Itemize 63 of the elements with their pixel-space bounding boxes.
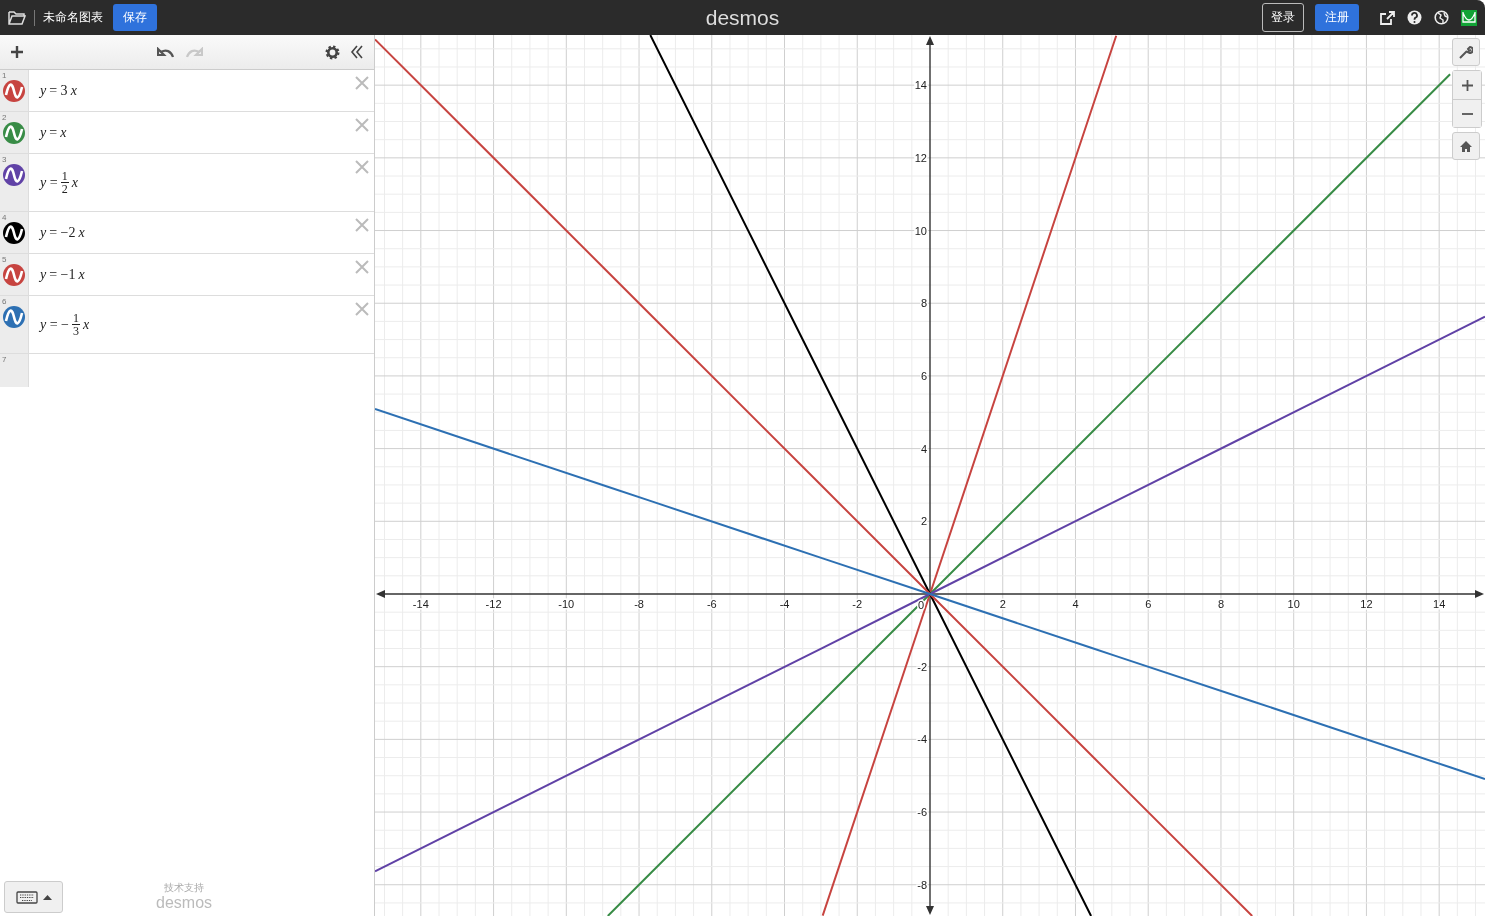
graph-style-icon[interactable] <box>3 222 25 244</box>
undo-icon[interactable] <box>157 46 174 58</box>
tick-label: 4 <box>1072 598 1079 610</box>
signup-button[interactable]: 注册 <box>1315 4 1359 31</box>
row-number: 5 <box>2 255 7 264</box>
tick-label: -4 <box>779 598 790 610</box>
math-expression[interactable]: y = x <box>40 124 67 141</box>
tick-label: 6 <box>1145 598 1152 610</box>
folder-icon[interactable] <box>8 10 26 25</box>
wrench-icon <box>1459 45 1473 59</box>
tick-label: -4 <box>917 733 927 746</box>
home-icon <box>1460 140 1472 152</box>
zoom-out-button[interactable] <box>1453 99 1481 127</box>
tick-label: -2 <box>852 598 863 610</box>
graph-title[interactable]: 未命名图表 <box>43 9 103 26</box>
row-number: 3 <box>2 155 7 164</box>
settings-icon[interactable] <box>325 44 340 60</box>
math-expression[interactable]: y = 3x <box>40 82 77 99</box>
keyboard-button[interactable] <box>4 881 63 913</box>
tick-label: 2 <box>920 515 927 528</box>
row-number: 2 <box>2 113 7 122</box>
math-expression[interactable]: y = −1x <box>40 266 85 283</box>
tick-label: 14 <box>1433 598 1446 610</box>
tick-label: -2 <box>917 660 927 673</box>
app-icon[interactable] <box>1461 9 1477 26</box>
tick-label: 12 <box>914 151 927 164</box>
tick-label: 8 <box>920 297 927 310</box>
powered-by-label: 技术支持 <box>164 881 204 895</box>
caret-icon <box>42 894 52 900</box>
tick-label: 4 <box>920 442 927 455</box>
add-icon[interactable] <box>10 45 24 59</box>
row-number: 6 <box>2 297 7 306</box>
graph-settings-button[interactable] <box>1452 38 1480 66</box>
tick-label: -8 <box>634 598 644 610</box>
globe-icon[interactable] <box>1434 10 1449 25</box>
tick-label: -6 <box>706 598 717 610</box>
minus-icon <box>1461 112 1473 115</box>
tick-label: 10 <box>1287 598 1300 610</box>
tick-label: 6 <box>920 369 927 382</box>
collapse-icon[interactable] <box>350 45 364 59</box>
row-number: 4 <box>2 213 7 222</box>
save-button[interactable]: 保存 <box>113 4 157 31</box>
row-number: 1 <box>2 71 7 80</box>
tick-label: -6 <box>917 806 927 819</box>
help-icon[interactable] <box>1407 10 1422 25</box>
row-number: 7 <box>2 355 7 364</box>
keyboard-icon <box>15 890 38 904</box>
logo: desmos <box>705 5 780 29</box>
tick-label: 14 <box>914 79 927 92</box>
graph-style-icon[interactable] <box>3 164 25 186</box>
login-button[interactable]: 登录 <box>1262 3 1304 32</box>
tick-label: 8 <box>1217 598 1224 610</box>
tick-label: -8 <box>917 878 927 891</box>
math-expression[interactable]: y = −2x <box>40 224 85 241</box>
tick-label: 2 <box>999 598 1006 610</box>
tick-label: -12 <box>485 598 502 610</box>
tick-label: -10 <box>558 598 575 610</box>
plus-icon <box>1461 79 1473 91</box>
tick-label: -14 <box>412 598 429 610</box>
share-icon[interactable] <box>1380 10 1395 25</box>
default-view-button[interactable] <box>1452 132 1480 160</box>
tick-label: 12 <box>1360 598 1373 610</box>
tick-label: 10 <box>914 224 927 237</box>
